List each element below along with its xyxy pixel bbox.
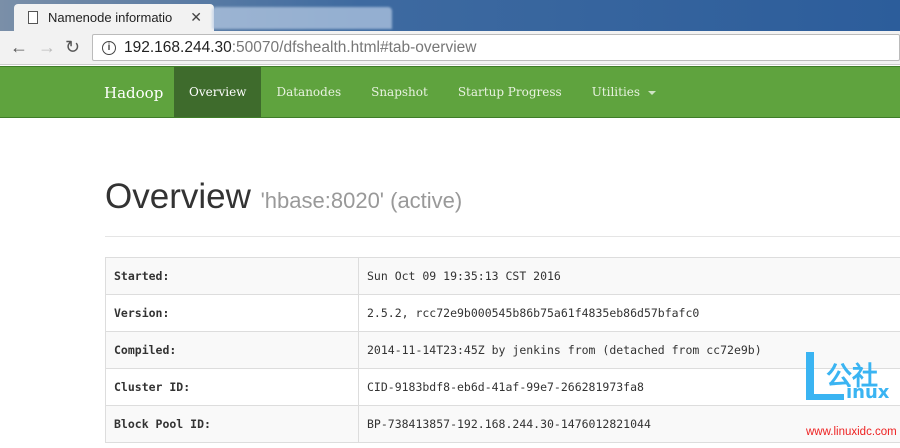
watermark-linux: inux xyxy=(846,382,890,403)
nav-datanodes[interactable]: Datanodes xyxy=(261,67,356,117)
row-value: Sun Oct 09 19:35:13 CST 2016 xyxy=(358,257,900,295)
page-title-text: Overview xyxy=(105,177,251,216)
url-host: 192.168.244.30 xyxy=(124,38,232,56)
info-icon[interactable]: i xyxy=(102,40,116,55)
row-key: Compiled: xyxy=(105,331,359,369)
address-toolbar: ← → ↻ i 192.168.244.30:50070/dfshealth.h… xyxy=(0,31,900,65)
document-icon xyxy=(28,11,38,24)
url-path: :50070/dfshealth.html#tab-overview xyxy=(231,38,477,56)
table-row: Block Pool ID: BP-738413857-192.168.244.3… xyxy=(105,405,900,443)
nav-startup-progress[interactable]: Startup Progress xyxy=(443,67,577,117)
table-row: Version: 2.5.2, rcc72e9b000545b86b75a61f4… xyxy=(105,294,900,332)
watermark-l-stroke xyxy=(806,352,814,400)
overview-table: Started: Sun Oct 09 19:35:13 CST 2016 Ver… xyxy=(105,257,900,443)
nav-utilities-label: Utilities xyxy=(591,85,641,99)
address-bar[interactable]: i 192.168.244.30:50070/dfshealth.html#ta… xyxy=(92,34,900,61)
reload-icon[interactable]: ↻ xyxy=(65,37,80,58)
row-value: 2.5.2, rcc72e9b000545b86b75a61f4835eb86d… xyxy=(358,294,900,332)
browser-tab-active[interactable]: Namenode informatio ✕ xyxy=(14,4,214,31)
table-row: Cluster ID: CID-9183bdf8-eb6d-41af-99e7-2… xyxy=(105,368,900,406)
navbar: Hadoop Overview Datanodes Snapshot Start… xyxy=(0,66,900,118)
caret-down-icon xyxy=(648,90,657,95)
row-key: Version: xyxy=(105,294,359,332)
tab-title: Namenode informatio xyxy=(48,10,173,25)
divider xyxy=(105,236,900,237)
page-title: Overview 'hbase:8020' (active) xyxy=(105,177,462,217)
browser-tab-inactive[interactable] xyxy=(212,7,392,29)
nav-overview[interactable]: Overview xyxy=(174,67,262,117)
forward-icon[interactable]: → xyxy=(38,37,56,58)
table-row: Compiled: 2014-11-14T23:45Z by jenkins fr… xyxy=(105,331,900,369)
watermark-l-base xyxy=(806,394,844,400)
back-icon[interactable]: ← xyxy=(10,37,28,58)
brand[interactable]: Hadoop xyxy=(104,84,163,102)
watermark-logo: 公社 inux www.linuxidc.com xyxy=(806,352,900,448)
row-key: Block Pool ID: xyxy=(105,405,359,443)
row-key: Cluster ID: xyxy=(105,368,359,406)
page-subtitle: 'hbase:8020' (active) xyxy=(260,188,463,213)
row-key: Started: xyxy=(105,257,359,295)
browser-tabstrip: Namenode informatio ✕ xyxy=(0,0,900,31)
close-tab-icon[interactable]: ✕ xyxy=(190,9,202,26)
watermark-url: www.linuxidc.com xyxy=(806,426,897,438)
nav-snapshot[interactable]: Snapshot xyxy=(356,67,443,117)
table-row: Started: Sun Oct 09 19:35:13 CST 2016 xyxy=(105,257,900,295)
nav-utilities[interactable]: Utilities xyxy=(577,67,671,117)
